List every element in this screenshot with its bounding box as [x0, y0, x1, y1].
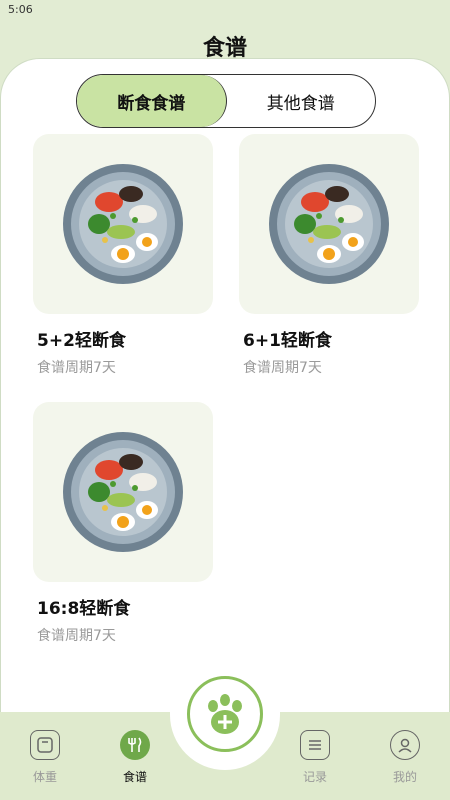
content-area: 断食食谱 其他食谱 5+2轻断食 食谱周期7天 6+1轻断食 食谱周期7天 16… [0, 58, 450, 718]
scale-icon [30, 730, 60, 760]
nav-item-weight[interactable]: 体重 [10, 730, 80, 785]
recipe-subtitle: 食谱周期7天 [37, 628, 116, 644]
list-icon [300, 730, 330, 760]
recipe-image [239, 134, 419, 314]
salad-bowl-icon [63, 164, 183, 284]
nav-item-recipes[interactable]: 食谱 [100, 730, 170, 785]
tab-other-recipes[interactable]: 其他食谱 [227, 75, 376, 127]
recipe-title: 16:8轻断食 [37, 599, 131, 619]
nav-item-profile[interactable]: 我的 [370, 730, 440, 785]
nav-label: 体重 [32, 770, 57, 784]
recipe-card[interactable]: 5+2轻断食 食谱周期7天 [33, 134, 213, 377]
nav-label: 记录 [302, 770, 327, 784]
recipe-title: 6+1轻断食 [243, 331, 332, 351]
recipe-image [33, 402, 213, 582]
nav-label: 我的 [392, 770, 417, 784]
tab-fasting-recipes[interactable]: 断食食谱 [77, 75, 227, 127]
tab-switcher: 断食食谱 其他食谱 [76, 74, 376, 128]
recipe-subtitle: 食谱周期7天 [37, 360, 116, 376]
profile-icon [390, 730, 420, 760]
nav-label: 食谱 [122, 770, 147, 784]
add-record-button[interactable] [187, 676, 263, 752]
recipe-card[interactable]: 16:8轻断食 食谱周期7天 [33, 402, 213, 645]
salad-bowl-icon [63, 432, 183, 552]
recipe-image [33, 134, 213, 314]
paw-add-icon [208, 694, 242, 734]
status-time: 5:06 [8, 3, 33, 16]
salad-bowl-icon [269, 164, 389, 284]
nav-item-records[interactable]: 记录 [280, 730, 350, 785]
recipe-title: 5+2轻断食 [37, 331, 126, 351]
recipe-card[interactable]: 6+1轻断食 食谱周期7天 [239, 134, 419, 377]
status-bar: 5:06 [0, 0, 450, 22]
recipe-subtitle: 食谱周期7天 [243, 360, 322, 376]
fork-knife-icon [120, 730, 150, 760]
